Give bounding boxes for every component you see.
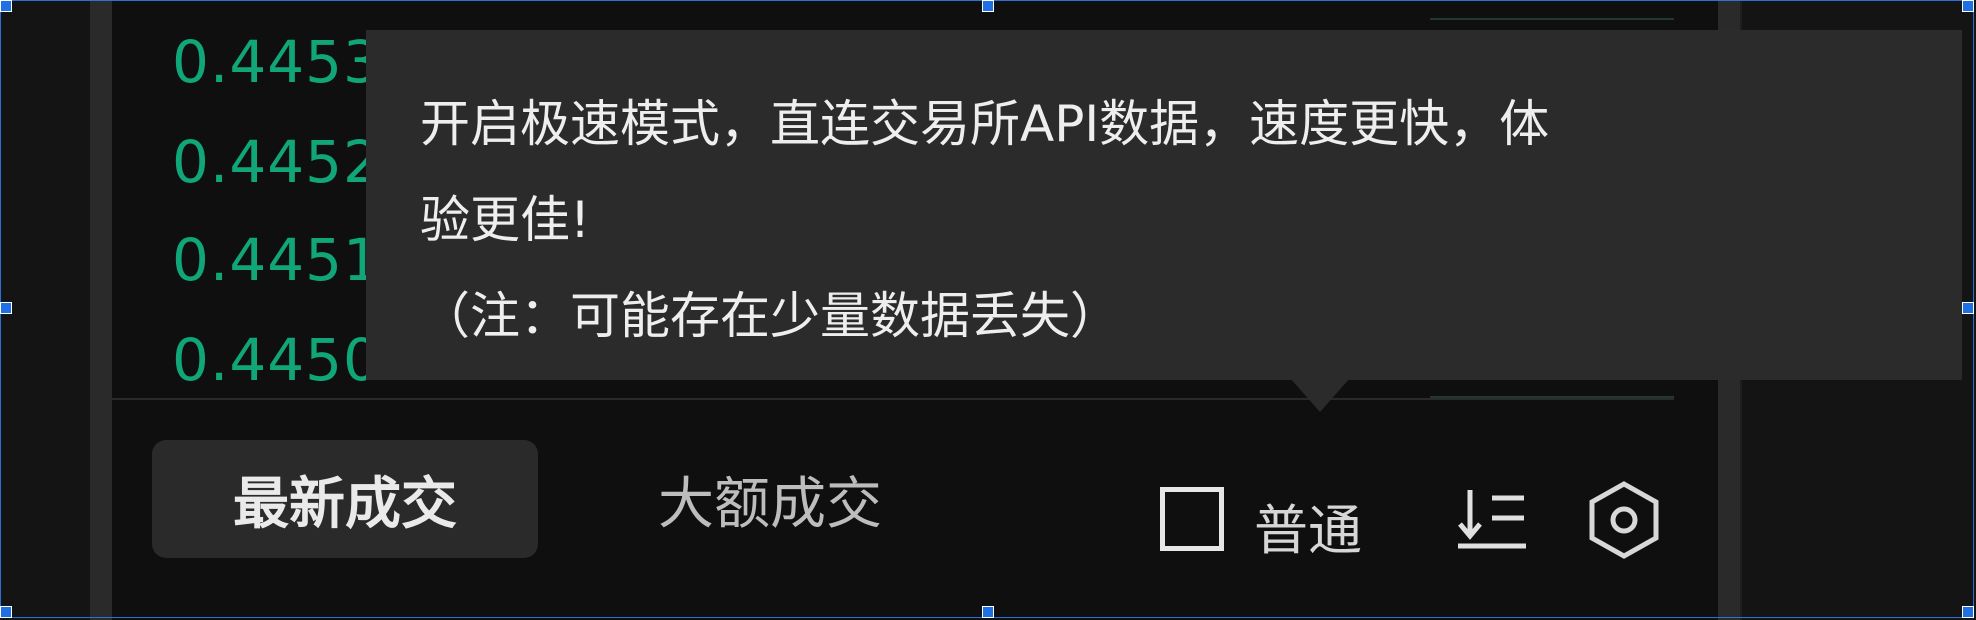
tooltip-line: 验更佳! (420, 191, 591, 249)
tab-label: 大额成交 (658, 471, 882, 537)
price-row: 0.4452 (172, 128, 381, 196)
resize-handle[interactable] (0, 606, 12, 618)
tooltip-arrow (1290, 378, 1350, 412)
price-row: 0.4450 (172, 326, 381, 394)
resize-handle[interactable] (1962, 302, 1974, 314)
left-border-column (90, 0, 112, 620)
resize-handle[interactable] (1962, 0, 1974, 12)
mode-label[interactable]: 普通 (1254, 486, 1362, 565)
speed-mode-tooltip: 开启极速模式，直连交易所API数据，速度更快，体 验更佳! （注：可能存在少量数… (366, 30, 1962, 380)
tab-large-trades[interactable]: 大额成交 (590, 440, 950, 558)
tooltip-line: 开启极速模式，直连交易所API数据，速度更快，体 (420, 95, 1550, 153)
resize-handle[interactable] (1962, 606, 1974, 618)
price-row: 0.4453 (172, 28, 381, 96)
speed-mode-checkbox[interactable] (1160, 487, 1224, 551)
tab-latest-trades[interactable]: 最新成交 (152, 440, 538, 558)
tab-label: 最新成交 (233, 471, 457, 537)
sort-icon[interactable] (1456, 484, 1528, 556)
section-divider (112, 398, 1674, 400)
resize-handle[interactable] (0, 302, 12, 314)
resize-handle[interactable] (0, 0, 12, 12)
depth-bar (1430, 18, 1674, 20)
resize-handle[interactable] (982, 0, 994, 12)
tooltip-note: （注：可能存在少量数据丢失） (420, 287, 1120, 345)
resize-handle[interactable] (982, 606, 994, 618)
price-row: 0.4451 (172, 226, 381, 294)
settings-hexagon-icon[interactable] (1584, 480, 1664, 560)
